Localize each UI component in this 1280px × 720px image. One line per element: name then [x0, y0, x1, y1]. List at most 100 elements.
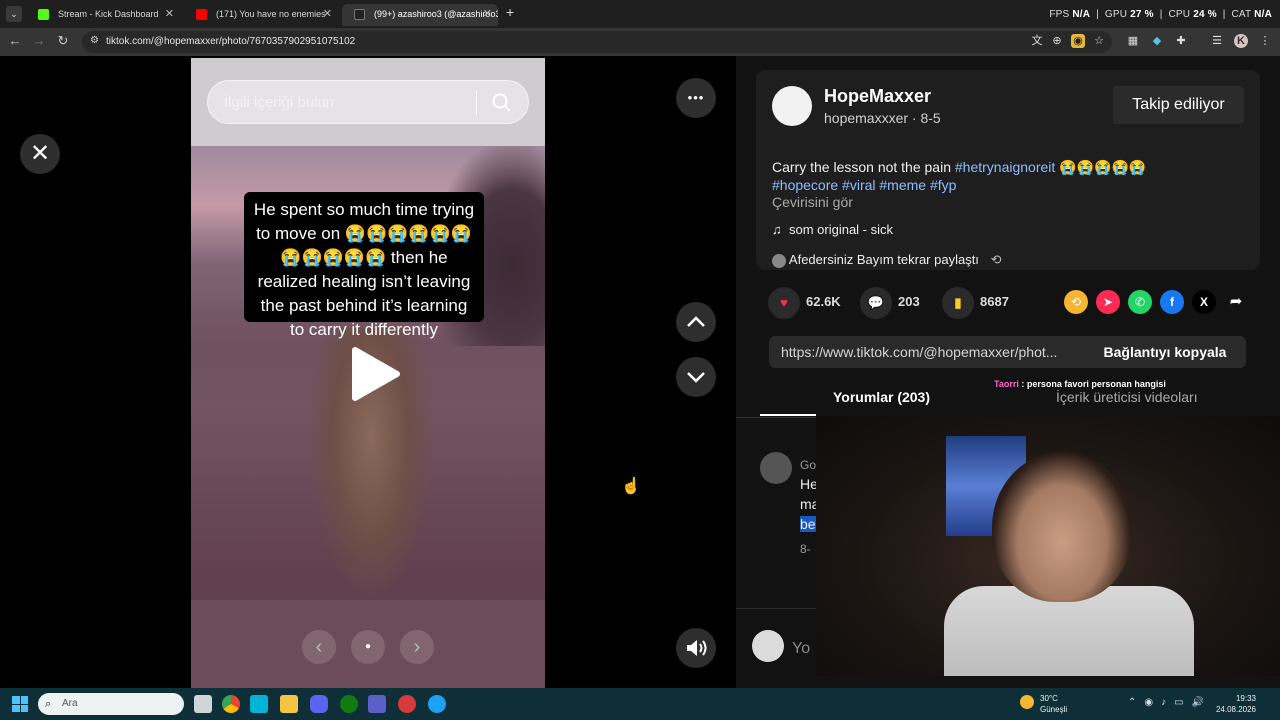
extension-icon-2[interactable]: ◆ — [1150, 34, 1164, 48]
discord-icon[interactable] — [310, 695, 328, 713]
gpu-value: 27 % — [1130, 9, 1154, 20]
xbox-icon[interactable] — [340, 695, 358, 713]
forward-arrow-icon[interactable]: → — [30, 33, 48, 48]
search-icon: ⌕ — [45, 698, 52, 710]
url-text[interactable]: tiktok.com/@hopemaxxer/photo/76703579029… — [106, 36, 355, 47]
gpu-label: GPU — [1104, 9, 1128, 20]
send-share-icon[interactable]: ➤ — [1096, 290, 1120, 314]
tab-title: (99+) azashiroo3 (@azashiroo3) — [374, 9, 498, 19]
extension-active-icon[interactable]: ◉ — [1071, 34, 1085, 48]
new-tab-button[interactable]: + — [506, 4, 514, 20]
tab-tiktok[interactable]: (99+) azashiroo3 (@azashiroo3) ✕ — [342, 4, 498, 26]
previous-post-button[interactable] — [676, 302, 716, 342]
volume-icon — [687, 640, 707, 656]
repost-text[interactable]: Afedersiniz Bayım tekrar paylaştı — [789, 252, 979, 267]
repost-share-icon[interactable]: ⟲ — [1064, 290, 1088, 314]
tab-kick-dashboard[interactable]: Stream - Kick Dashboard ✕ — [26, 4, 180, 26]
search-placeholder[interactable]: İlgili içeriği bulun — [224, 94, 334, 111]
search-icon[interactable] — [492, 93, 512, 113]
following-button[interactable]: Takip ediliyor — [1113, 86, 1244, 124]
volume-button[interactable] — [676, 628, 716, 668]
tab-youtube[interactable]: (171) You have no enemies ✕ — [184, 4, 338, 26]
share-arrow-icon[interactable]: ➦ — [1224, 290, 1248, 314]
post-description: Carry the lesson not the pain #hetrynaig… — [772, 158, 1242, 194]
comment-count: 203 — [898, 294, 920, 309]
hashtag-link[interactable]: #hetrynaignoreit — [955, 159, 1055, 175]
previous-slide-button[interactable]: ‹ — [302, 630, 336, 664]
extension-icon[interactable]: ▦ — [1126, 34, 1140, 48]
tab-list-menu-icon[interactable]: ⌄ — [6, 6, 22, 22]
see-translation-link[interactable]: Çevirisini gör — [772, 194, 853, 210]
comment-button[interactable]: 💬 203 — [860, 286, 920, 319]
cpu-label: CPU — [1168, 9, 1191, 20]
sun-icon — [1020, 695, 1034, 709]
play-icon[interactable] — [343, 344, 403, 404]
commenter-name[interactable]: Go — [800, 458, 816, 472]
close-tab-icon[interactable]: ✕ — [323, 4, 332, 24]
chevron-down-icon — [687, 372, 705, 383]
browser-menu-icon[interactable]: ⋮ — [1258, 34, 1272, 48]
copy-link-button[interactable]: Bağlantıyı kopyala — [1084, 336, 1246, 368]
like-button[interactable]: ♥ 62.6K — [768, 286, 841, 319]
streamer-face — [992, 452, 1132, 602]
more-options-button[interactable]: ••• — [676, 78, 716, 118]
teams-icon[interactable] — [368, 695, 386, 713]
creator-handle[interactable]: hopemaxxxer · 8-5 — [824, 110, 941, 126]
profile-avatar[interactable]: K — [1234, 34, 1248, 48]
avatar[interactable] — [772, 86, 812, 126]
kick-icon — [38, 9, 49, 20]
file-explorer-icon[interactable] — [280, 695, 298, 713]
windows-taskbar: ⌕ Ara 30°C Güneşli ⌃◉♪▭🔊 19:33 24.08.202… — [0, 688, 1280, 720]
site-info-icon[interactable]: ⚙ — [90, 35, 99, 46]
repost-info: Afedersiniz Bayım tekrar paylaştı ⟲ — [772, 252, 1001, 268]
chat-text: : persona favori personan hangisi — [1021, 379, 1166, 389]
next-slide-button[interactable]: › — [400, 630, 434, 664]
zoom-icon[interactable]: ⊕ — [1050, 34, 1064, 48]
photo-caption: He spent so much time trying to move on … — [244, 192, 484, 339]
translate-icon[interactable]: 文 — [1030, 34, 1044, 48]
whatsapp-icon[interactable]: ✆ — [1128, 290, 1152, 314]
puzzle-icon[interactable]: ✚ — [1174, 34, 1188, 48]
next-post-button[interactable] — [676, 357, 716, 397]
system-clock[interactable]: 19:33 24.08.2026 — [1216, 693, 1256, 715]
close-button[interactable]: ✕ — [20, 134, 60, 174]
app-icon-2[interactable] — [398, 695, 416, 713]
post-link-text[interactable]: https://www.tiktok.com/@hopemaxxer/phot.… — [781, 344, 1057, 360]
task-view-icon[interactable] — [194, 695, 212, 713]
tab-creator-videos[interactable]: İçerik üreticisi videoları — [1056, 389, 1198, 405]
app-icon[interactable] — [250, 695, 268, 713]
system-tray-icons[interactable]: ⌃◉♪▭🔊 — [1128, 697, 1212, 708]
taskbar-search[interactable]: ⌕ Ara — [38, 693, 184, 715]
stream-chat-overlay: Taorri : persona favori personan hangisi — [994, 379, 1166, 389]
windows-start-icon[interactable] — [12, 696, 28, 712]
cat-label: CAT — [1231, 9, 1252, 20]
photo-viewer: İlgili içeriği bulun He spent so much ti… — [0, 56, 736, 688]
weather-widget[interactable]: 30°C Güneşli — [1020, 693, 1068, 715]
x-twitter-icon[interactable]: X — [1192, 290, 1216, 314]
save-button[interactable]: ▮ 8687 — [942, 286, 1009, 319]
music-link[interactable]: ♫ som original - sick — [772, 222, 893, 237]
reload-icon[interactable]: ↻ — [54, 33, 72, 49]
back-arrow-icon[interactable]: ← — [6, 33, 24, 48]
hashtag-links[interactable]: #hopecore #viral #meme #fyp — [772, 177, 956, 193]
fps-label: FPS — [1049, 9, 1070, 20]
photo-slide[interactable]: İlgili içeriği bulun He spent so much ti… — [191, 58, 545, 688]
close-tab-icon[interactable]: ✕ — [165, 4, 174, 24]
close-tab-icon[interactable]: ✕ — [483, 4, 492, 24]
taskbar-search-placeholder[interactable]: Ara — [62, 698, 78, 709]
app-icon-3[interactable] — [428, 695, 446, 713]
weather-text: Güneşli — [1040, 705, 1068, 714]
commenter-avatar[interactable] — [760, 452, 792, 484]
cpu-value: 24 % — [1193, 9, 1217, 20]
music-title[interactable]: som original - sick — [789, 222, 893, 237]
bookmark-star-icon[interactable]: ☆ — [1092, 34, 1106, 48]
facebook-icon[interactable]: f — [1160, 290, 1184, 314]
webcam-overlay — [816, 416, 1280, 676]
creator-name[interactable]: HopeMaxxer — [824, 86, 931, 107]
related-content-search[interactable]: İlgili içeriği bulun — [207, 80, 529, 124]
performance-stats: FPS N/A | GPU 27 % | CPU 24 % | CAT N/A — [1049, 9, 1272, 20]
url-field[interactable]: ⚙ tiktok.com/@hopemaxxer/photo/767035790… — [82, 31, 1112, 53]
chrome-icon[interactable] — [222, 695, 240, 713]
reading-list-icon[interactable]: ☰ — [1210, 34, 1224, 48]
tab-comments[interactable]: Yorumlar (203) — [833, 389, 930, 405]
